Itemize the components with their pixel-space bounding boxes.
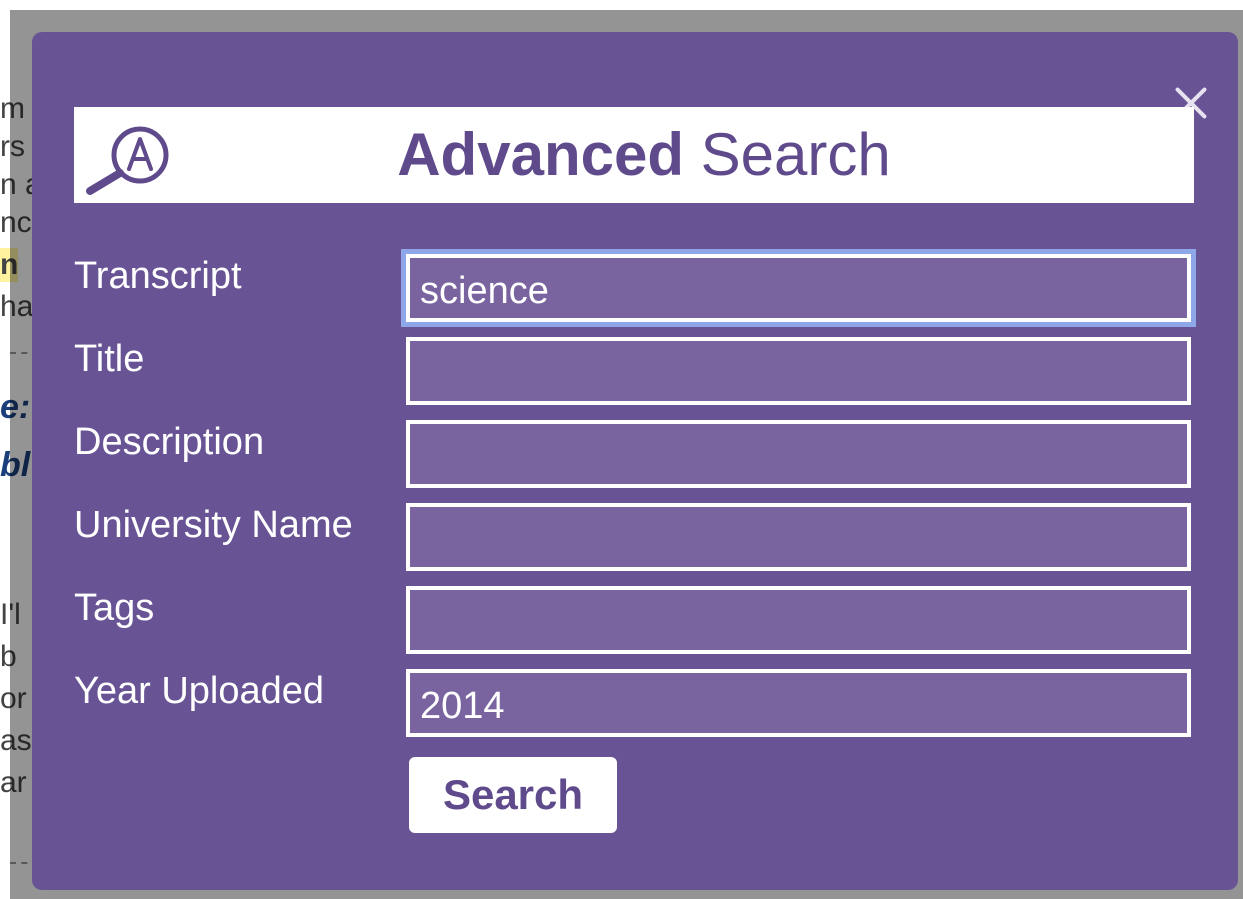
description-input[interactable] [406,420,1191,488]
year-uploaded-input[interactable] [406,669,1191,737]
title-row: Title [74,337,1196,407]
university-name-label: University Name [74,504,353,546]
advanced-search-dialog: Advanced Search Transcript Title Descrip… [32,32,1238,890]
tags-row: Tags [74,586,1196,656]
tags-label: Tags [74,587,155,629]
title-bold: Advanced [397,121,684,188]
year-uploaded-label: Year Uploaded [74,670,325,712]
dialog-title: Advanced Search [74,119,1194,191]
year-uploaded-row: Year Uploaded [74,669,1196,739]
transcript-label: Transcript [74,255,242,297]
transcript-row: Transcript [74,254,1196,324]
page: m rs n a nc n ha e: bl I'l b or as ar Ad… [0,0,1243,899]
description-row: Description [74,420,1196,490]
search-button[interactable]: Search [409,757,617,833]
title-label: Title [74,338,145,380]
title-regular: Search [700,121,891,188]
university-name-input[interactable] [406,503,1191,571]
title-input[interactable] [406,337,1191,405]
tags-input[interactable] [406,586,1191,654]
description-label: Description [74,421,265,463]
university-name-row: University Name [74,503,1196,573]
dialog-header: Advanced Search [74,107,1194,203]
transcript-input[interactable] [406,254,1191,322]
